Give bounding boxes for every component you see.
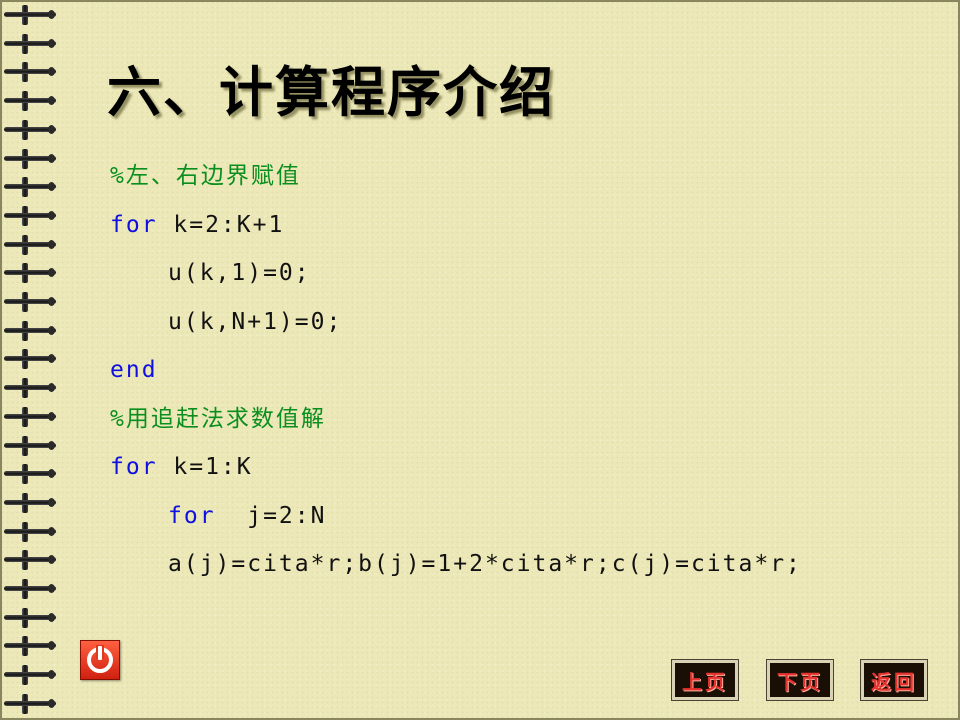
- code-line: for k=1:K: [110, 451, 253, 483]
- next-page-button[interactable]: 下页: [766, 659, 834, 701]
- binding-ring: [4, 547, 56, 573]
- code-text: k=2:K+1: [157, 211, 285, 238]
- binding-ring: [4, 576, 56, 602]
- code-text: u(k,N+1)=0;: [168, 308, 343, 335]
- code-line: end: [110, 354, 158, 386]
- binding-ring: [4, 59, 56, 85]
- code-line: u(k,N+1)=0;: [110, 306, 342, 338]
- notebook-binding: [0, 0, 60, 720]
- code-keyword: for: [110, 454, 158, 480]
- binding-ring: [4, 318, 56, 344]
- binding-ring: [4, 433, 56, 459]
- binding-ring: [4, 691, 56, 717]
- code-comment: %用追赶法求数值解: [110, 405, 326, 432]
- binding-ring: [4, 146, 56, 172]
- next-page-label: 下页: [777, 669, 823, 694]
- code-line: %用追赶法求数值解: [110, 403, 326, 435]
- binding-ring: [4, 375, 56, 401]
- binding-ring: [4, 203, 56, 229]
- code-line: a(j)=cita*r;b(j)=1+2*cita*r;c(j)=cita*r;: [110, 548, 802, 580]
- binding-ring: [4, 404, 56, 430]
- back-button[interactable]: 返回: [860, 659, 928, 701]
- binding-ring: [4, 662, 56, 688]
- binding-ring: [4, 2, 56, 28]
- prev-page-button[interactable]: 上页: [671, 659, 739, 701]
- code-keyword: end: [110, 357, 158, 383]
- power-icon: [87, 645, 113, 673]
- binding-ring: [4, 260, 56, 286]
- binding-ring: [4, 174, 56, 200]
- slide-title: 六、计算程序介绍: [107, 61, 555, 124]
- code-line: for j=2:N: [110, 500, 326, 532]
- binding-ring: [4, 88, 56, 114]
- back-label: 返回: [871, 669, 917, 694]
- code-keyword: for: [110, 211, 158, 238]
- power-button[interactable]: [80, 640, 120, 680]
- binding-ring: [4, 490, 56, 516]
- code-line: for k=2:K+1: [110, 209, 284, 241]
- binding-ring: [4, 633, 56, 659]
- code-comment: %左、右边界赋值: [110, 163, 301, 189]
- binding-ring: [4, 605, 56, 631]
- binding-ring: [4, 519, 56, 545]
- binding-ring: [4, 117, 56, 143]
- binding-ring: [4, 461, 56, 487]
- code-line: u(k,1)=0;: [110, 257, 311, 289]
- code-keyword: for: [168, 502, 216, 529]
- prev-page-label: 上页: [682, 669, 728, 694]
- binding-ring: [4, 289, 56, 315]
- code-text: k=1:K: [157, 454, 253, 480]
- code-text: a(j)=cita*r;b(j)=1+2*cita*r;c(j)=cita*r;: [168, 551, 802, 577]
- binding-ring: [4, 232, 56, 258]
- binding-ring: [4, 346, 56, 372]
- code-line: %左、右边界赋值: [110, 160, 301, 192]
- code-text: u(k,1)=0;: [168, 260, 311, 286]
- code-text: j=2:N: [215, 502, 327, 529]
- binding-ring: [4, 31, 56, 57]
